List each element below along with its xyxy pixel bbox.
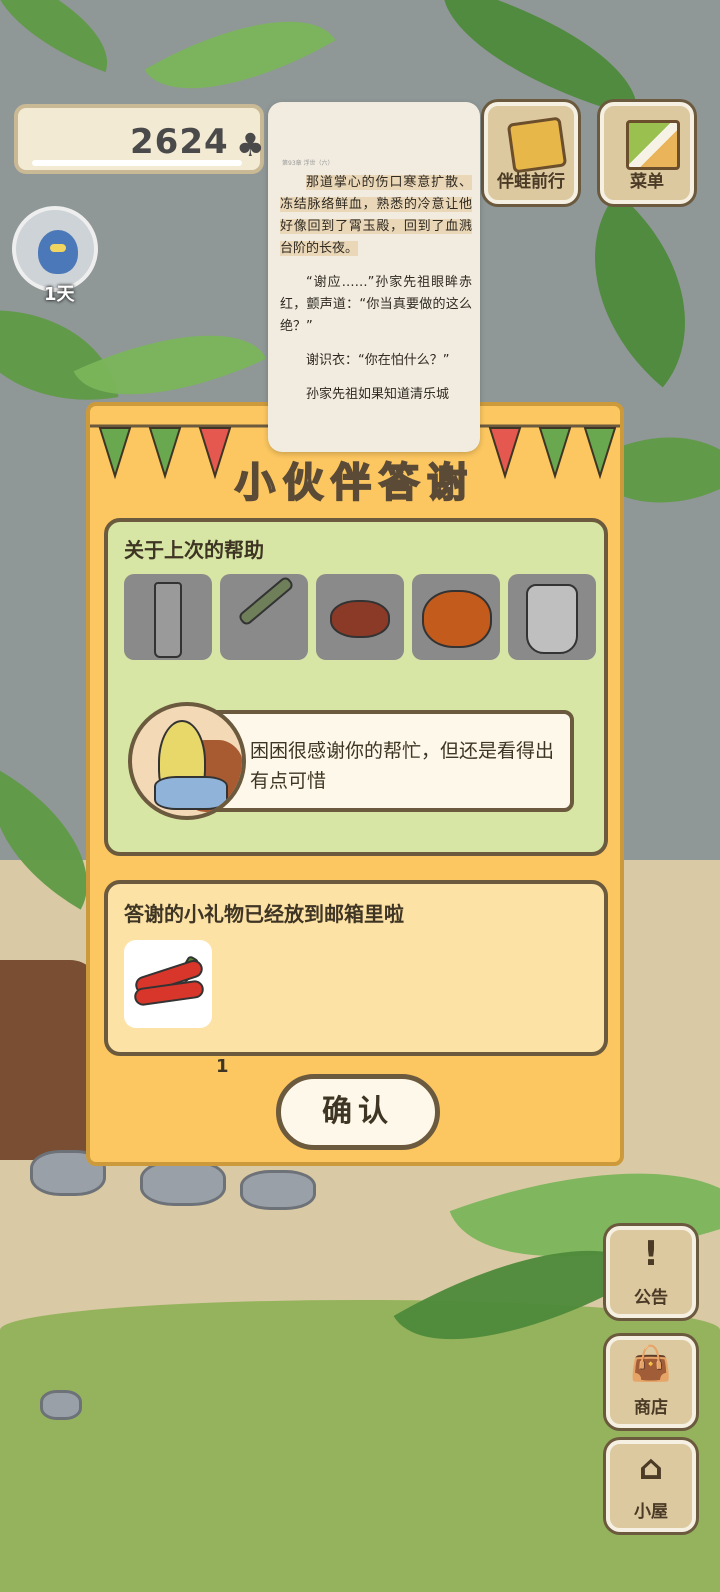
- score-bar: [32, 160, 242, 166]
- menu-button[interactable]: 菜单: [600, 102, 694, 204]
- friend-portrait: [128, 702, 246, 820]
- speech-text: 困困很感谢你的帮忙，但还是看得出有点可惜: [250, 740, 555, 792]
- item-pitcher: [508, 574, 596, 660]
- bottle-icon: [154, 582, 182, 658]
- dialog-title: 小伙伴答谢: [234, 459, 475, 507]
- clover-count: 2624: [130, 122, 229, 162]
- gift-section-title: 答谢的小礼物已经放到邮箱里啦: [124, 902, 404, 926]
- scarf-icon: [154, 776, 228, 810]
- reader-overlay[interactable]: 第93章 浮世（六） 那道掌心的伤口寒意扩散、冻结脉络鲜血，熟悉的冷意让他好像回…: [268, 102, 480, 452]
- chapter-header: 第93章 浮世（六）: [282, 160, 334, 167]
- notice-label: 公告: [634, 1288, 668, 1308]
- day-counter: 1天: [44, 284, 75, 305]
- rock: [240, 1170, 316, 1210]
- house-label: 小屋: [634, 1502, 668, 1522]
- help-section: 关于上次的帮助 困困很感谢你的帮忙，但还是看得出有点可惜: [104, 518, 608, 856]
- travel-with-frog-button[interactable]: 伴蛙前行: [484, 102, 578, 204]
- rock: [40, 1390, 82, 1420]
- reader-paragraph: 那道掌心的伤口寒意扩散、冻结脉络鲜血，熟悉的冷意让他好像回到了霄玉殿，回到了血溅…: [280, 175, 472, 256]
- clover-icon: ♣: [236, 126, 265, 164]
- reader-paragraph: 孙家先祖如果知道清乐城: [306, 387, 450, 402]
- rock: [140, 1160, 226, 1206]
- item-chestnut: [316, 574, 404, 660]
- confirm-button[interactable]: 确认: [276, 1074, 440, 1150]
- shop-label: 商店: [634, 1398, 668, 1418]
- pitcher-icon: [526, 584, 578, 654]
- house-icon: ⌂: [638, 1448, 664, 1488]
- shop-button[interactable]: 👜 商店: [606, 1336, 696, 1428]
- exclamation-icon: !: [643, 1234, 659, 1274]
- item-persimmon: [412, 574, 500, 660]
- reader-text: 那道掌心的伤口寒意扩散、冻结脉络鲜血，熟悉的冷意让他好像回到了霄玉殿，回到了血溅…: [280, 172, 472, 418]
- scallion-icon: [236, 575, 296, 627]
- persimmon-icon: [422, 590, 492, 648]
- thanks-dialog: 小伙伴答谢 关于上次的帮助 困困很感谢你的帮忙，但还是看得出有点可惜 答谢的小礼…: [86, 402, 624, 1166]
- cards-icon: [626, 120, 680, 170]
- gift-quantity: 1: [216, 1056, 229, 1077]
- frog-icon: [38, 230, 78, 274]
- chestnut-icon: [330, 600, 390, 638]
- clover-counter: 2624 ♣: [14, 104, 265, 174]
- speech-bubble: 困困很感谢你的帮忙，但还是看得出有点可惜: [208, 710, 574, 812]
- bag-icon: 👜: [629, 1344, 673, 1384]
- book-icon: [506, 116, 568, 174]
- soil-patch: [0, 960, 100, 1160]
- item-bottle: [124, 574, 212, 660]
- notice-button[interactable]: ! 公告: [606, 1226, 696, 1318]
- gift-item: 1: [124, 940, 229, 1077]
- help-section-title: 关于上次的帮助: [124, 538, 264, 562]
- reader-paragraph: “谢应……”孙家先祖眼眸赤红，颤声道：“你当真要做的这么绝？”: [280, 275, 472, 334]
- gift-section: 答谢的小礼物已经放到邮箱里啦 1: [104, 880, 608, 1077]
- reader-paragraph: 谢识衣：“你在怕什么？”: [306, 353, 450, 368]
- item-scallion: [220, 574, 308, 660]
- travel-with-frog-label: 伴蛙前行: [497, 172, 565, 192]
- house-button[interactable]: ⌂ 小屋: [606, 1440, 696, 1532]
- menu-label: 菜单: [630, 172, 664, 192]
